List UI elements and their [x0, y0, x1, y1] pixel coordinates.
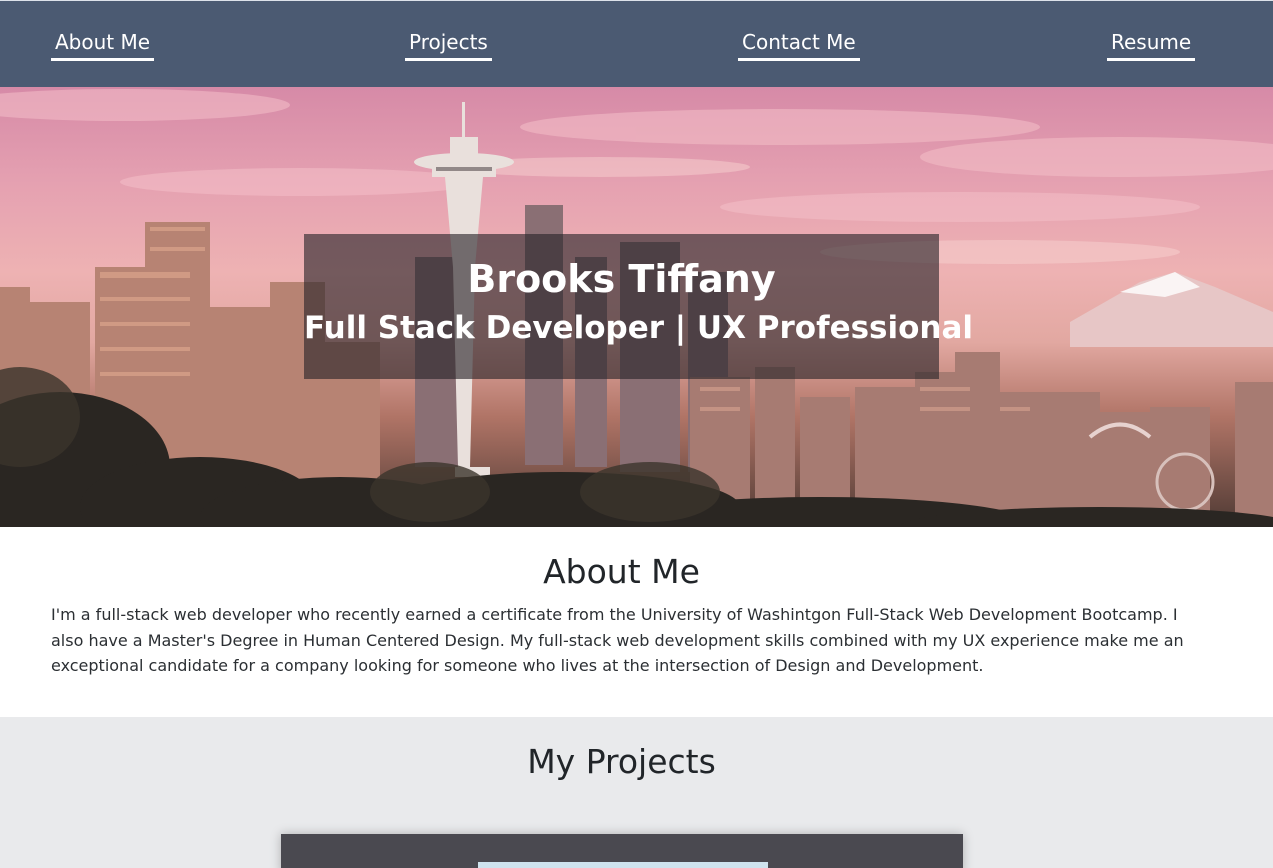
hero-banner: Brooks Tiffany Full Stack Developer | UX… [304, 234, 974, 379]
nav-link-projects[interactable]: Projects [405, 28, 492, 61]
navbar: About Me Projects Contact Me Resume [0, 0, 1273, 87]
project-card[interactable] [281, 834, 963, 868]
hero-section: Brooks Tiffany Full Stack Developer | UX… [0, 87, 1273, 527]
about-paragraph: I'm a full-stack web developer who recen… [51, 605, 1184, 675]
project-card-thumbnail [478, 862, 768, 868]
nav-link-about-me[interactable]: About Me [51, 28, 155, 61]
hero-name: Brooks Tiffany [467, 257, 776, 301]
nav-link-contact-me[interactable]: Contact Me [738, 28, 860, 61]
projects-section: My Projects [0, 717, 1273, 868]
projects-heading: My Projects [527, 742, 716, 781]
nav-link-resume[interactable]: Resume [1107, 28, 1196, 61]
hero-tagline: Full Stack Developer | UX Professional [304, 310, 974, 346]
about-heading: About Me [543, 552, 700, 591]
about-section: About Me I'm a full-stack web developer … [0, 527, 1273, 717]
